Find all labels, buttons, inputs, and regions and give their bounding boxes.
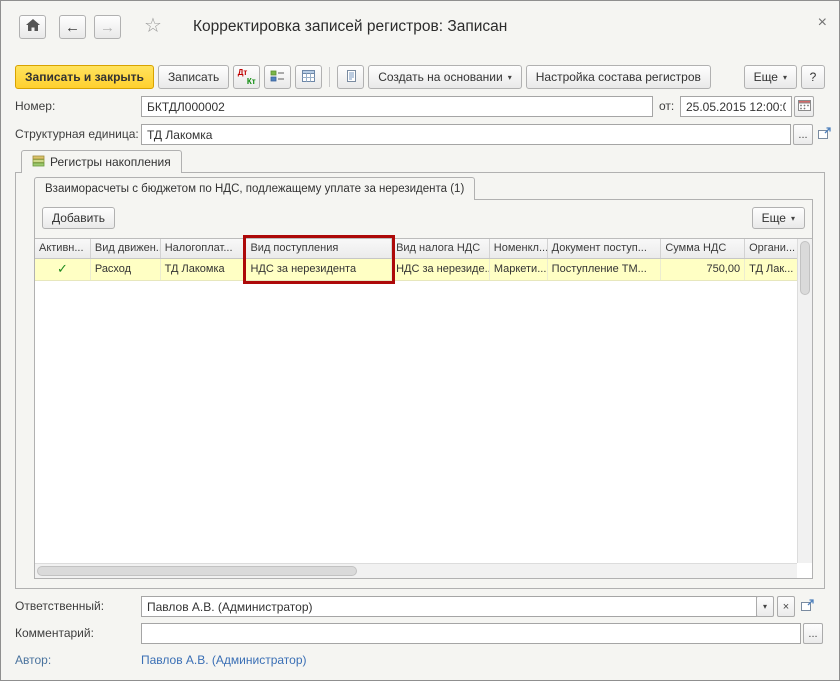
horizontal-scrollbar[interactable] [35,563,797,578]
horizontal-scrollbar-thumb[interactable] [37,566,357,576]
annotation-red-box [243,235,395,284]
open-icon [817,127,831,143]
vertical-scrollbar-thumb[interactable] [800,241,810,295]
document-icon [344,69,358,86]
register-settings-button[interactable]: Настройка состава регистров [526,65,711,89]
register-records-icon [270,69,285,86]
home-icon [26,19,40,35]
back-button[interactable]: ← [59,15,86,39]
author-link[interactable]: Павлов А.В. (Администратор) [141,650,307,671]
table-row[interactable]: ✓ Расход ТД Лакомка НДС за нерезидента Н… [35,259,797,281]
tab-accumulation-registers[interactable]: Регистры накопления [21,150,182,173]
help-button[interactable]: ? [801,65,825,89]
column-header-vat-amount[interactable]: Сумма НДС [661,239,745,258]
cell-vat-type[interactable]: НДС за нерезиде... [392,259,490,280]
register-records-button[interactable] [264,65,291,89]
number-input[interactable] [141,96,653,117]
dtkt-icon: ДтКт [238,69,256,86]
cell-nomenclature[interactable]: Маркети... [490,259,548,280]
register-grid-panel: Добавить Еще ▾ Активн... Вид движен... Н… [34,199,813,579]
structural-unit-label: Структурная единица: [15,124,139,145]
calendar-button[interactable] [794,96,814,117]
column-header-nomenclature[interactable]: Номенкл... [490,239,548,258]
table-header-row: Активн... Вид движен... Налогоплат... Ви… [35,239,797,259]
responsible-dropdown-button[interactable]: ▾ [756,596,774,617]
date-input[interactable] [680,96,792,117]
accumulation-registers-icon [32,155,45,170]
table-icon [301,69,316,86]
dropdown-arrow-icon: ▾ [508,73,512,82]
grid-more-button[interactable]: Еще ▾ [752,207,805,229]
comment-input[interactable] [141,623,801,644]
responsible-input[interactable] [141,596,757,617]
register-table: Активн... Вид движен... Налогоплат... Ви… [35,238,812,578]
column-header-organization[interactable]: Органи... [745,239,797,258]
copy-document-button[interactable] [337,65,364,89]
save-button[interactable]: Записать [158,65,229,89]
column-header-document[interactable]: Документ поступ... [548,239,662,258]
column-header-vat-type[interactable]: Вид налога НДС [392,239,490,258]
clear-x-icon: × [783,601,789,613]
number-label: Номер: [15,96,55,117]
cell-document[interactable]: Поступление ТМ... [548,259,662,280]
window-title: Корректировка записей регистров: Записан [193,18,507,36]
forward-arrow-icon: → [100,19,115,36]
create-based-on-button[interactable]: Создать на основании ▾ [368,65,522,89]
author-label: Автор: [15,650,51,671]
cell-movement-type[interactable]: Расход [91,259,161,280]
column-header-taxpayer[interactable]: Налогоплат... [161,239,247,258]
cell-organization[interactable]: ТД Лак... [745,259,797,280]
comment-label: Комментарий: [15,623,94,644]
back-arrow-icon: ← [65,19,80,36]
toolbar-separator [329,67,330,87]
more-button[interactable]: Еще ▾ [744,65,797,89]
date-label: от: [659,96,674,117]
dropdown-arrow-icon: ▾ [791,214,795,223]
home-button[interactable] [19,15,46,39]
favorites-star-icon[interactable]: ☆ [144,13,162,39]
dropdown-arrow-icon: ▾ [783,73,787,82]
cell-taxpayer[interactable]: ТД Лакомка [161,259,247,280]
postings-dtkt-button[interactable]: ДтКт [233,65,260,89]
structural-unit-choose-button[interactable]: ... [793,124,813,145]
report-table-button[interactable] [295,65,322,89]
comment-choose-button[interactable]: ... [803,623,823,644]
open-icon [800,599,814,615]
cell-active[interactable]: ✓ [35,259,91,280]
responsible-label: Ответственный: [15,596,104,617]
document-window: ← → ☆ Корректировка записей регистров: З… [0,0,840,681]
cell-vat-amount[interactable]: 750,00 [661,259,745,280]
active-check-icon: ✓ [57,261,68,276]
forward-button[interactable]: → [94,15,121,39]
responsible-clear-button[interactable]: × [777,596,795,617]
dropdown-arrow-icon: ▾ [763,602,767,611]
command-toolbar: Записать и закрыть Записать ДтКт Создать… [15,64,825,90]
structural-unit-input[interactable] [141,124,791,145]
column-header-active[interactable]: Активн... [35,239,91,258]
save-and-close-button[interactable]: Записать и закрыть [15,65,154,89]
structural-unit-open-button[interactable] [815,124,833,145]
responsible-open-button[interactable] [798,596,816,617]
add-row-button[interactable]: Добавить [42,207,115,229]
column-header-movement-type[interactable]: Вид движен... [91,239,161,258]
close-icon[interactable]: × [818,14,827,32]
vertical-scrollbar[interactable] [797,239,812,563]
calendar-icon [798,99,811,114]
tab-vat-nonresident-register[interactable]: Взаиморасчеты с бюджетом по НДС, подлежа… [34,177,475,200]
